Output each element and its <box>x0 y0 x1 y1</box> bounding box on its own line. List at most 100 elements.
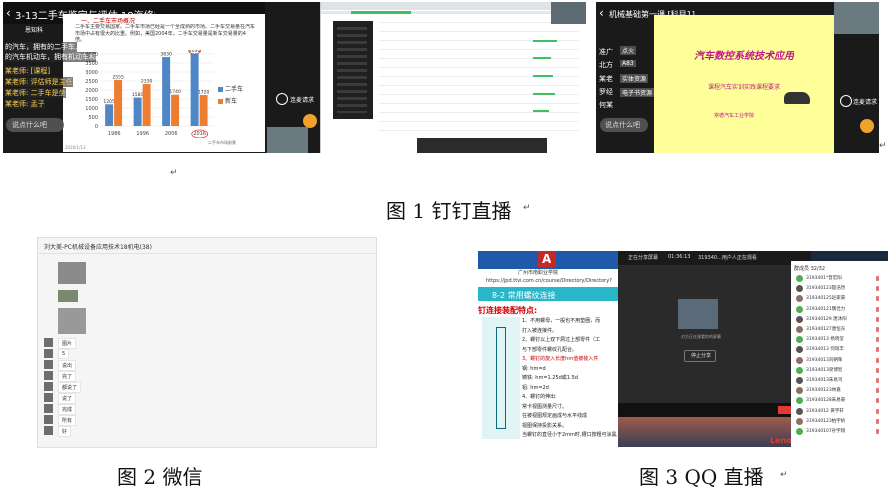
toolbar-red-button[interactable] <box>778 406 792 414</box>
member-name[interactable]: 319340127唐恒东 <box>806 326 845 332</box>
chart-legend: 二手车 新车 <box>218 84 262 110</box>
return-mark: ↵ <box>170 168 178 178</box>
chat-line: 的汽车，拥有的二手车, <box>5 42 78 52</box>
member-avatar <box>796 428 803 435</box>
x-tick-label: 1986 <box>108 131 121 137</box>
fig3-qq-screenshot: A 广州市南职业学院 https://jpd.ttvi.com.cn/cours… <box>478 251 888 447</box>
chat-image <box>58 262 86 284</box>
connect-mic-icon[interactable] <box>276 93 288 105</box>
slide-body-text: 二手车主要交易国家。二手车市场已经是一个全成熟的市场。二手车交易量在汽车市场中占… <box>75 24 255 43</box>
chat-image <box>58 308 86 334</box>
member-name[interactable]: 319340123林嘉 <box>806 387 841 393</box>
member-name[interactable]: 319340125赵家豪 <box>806 295 845 301</box>
screw-diagram <box>482 317 520 439</box>
progress-bar <box>533 93 555 95</box>
like-icon[interactable] <box>860 119 874 133</box>
chat-tag: 电子书资源 <box>620 88 655 97</box>
meeting-id: 319340...用户人正在观看 <box>698 255 757 261</box>
member-name[interactable]: 31934013梁博智 <box>806 367 842 373</box>
mic-icon[interactable] <box>876 408 879 414</box>
member-name[interactable]: 319340129 唐沐阳 <box>806 316 847 322</box>
member-name[interactable]: 319340123殷浩然 <box>806 285 845 291</box>
bar <box>142 84 151 126</box>
member-name[interactable]: 319340121魏佳力 <box>806 306 845 312</box>
point-text: 1、不用螺母，一般也不用垫圈，而 <box>522 318 601 324</box>
connect-mic-icon[interactable] <box>840 95 852 107</box>
progress-bar <box>533 40 557 42</box>
point-text: 常卡视图测量尺寸。 <box>522 403 568 410</box>
avatar <box>44 349 53 358</box>
avatar <box>44 382 53 391</box>
chat-input[interactable]: 说点什么吧 <box>6 118 64 132</box>
member-name[interactable]: 31934012 黄宇轩 <box>806 408 844 414</box>
member-avatar <box>796 407 803 415</box>
avatar <box>44 404 53 413</box>
mic-icon[interactable] <box>876 388 879 394</box>
avatar <box>44 415 53 424</box>
member-avatar <box>796 315 803 323</box>
mic-icon[interactable] <box>876 357 879 363</box>
message-bubble: 说了 <box>58 393 77 404</box>
legend-label-used: 二手车 <box>225 86 244 93</box>
legend-label-new: 新车 <box>225 98 238 105</box>
page-heading: 8-2 常用螺纹连接 <box>492 291 556 300</box>
chat-line: 某老师: [课程] <box>5 66 51 76</box>
return-mark: ↵ <box>523 203 531 213</box>
point-text: 当螺钉的直径小于2mm时,槽口按粗可涂黑。 <box>522 432 617 438</box>
stop-share-button[interactable]: 停止分享 <box>684 350 716 362</box>
section-title: 钉连接装配特点: <box>478 306 538 315</box>
bottom-toolbar <box>417 138 547 153</box>
member-name[interactable]: 31934013 何瑞丰 <box>806 346 844 352</box>
chat-tag: A83 <box>620 60 636 67</box>
chat-line: 某老师: 孟子 <box>5 99 45 109</box>
message-bubble: 完了 <box>58 371 77 382</box>
member-name[interactable]: 31934013刘朝晖 <box>806 357 842 363</box>
back-icon[interactable]: ‹ <box>599 6 604 20</box>
mic-icon[interactable] <box>876 398 879 404</box>
mic-icon[interactable] <box>876 286 879 292</box>
address-bar[interactable]: https://jpd.ttvi.com.cn/course/Directory… <box>486 278 618 284</box>
bar <box>171 94 180 126</box>
member-name[interactable]: 319340107孙宇翔 <box>806 428 845 434</box>
member-name[interactable]: 31934013朱易鸿 <box>806 377 842 383</box>
like-icon[interactable] <box>303 114 317 128</box>
presenter-camera <box>551 2 586 24</box>
mic-icon[interactable] <box>876 327 879 332</box>
chat-input[interactable]: 说点什么吧 <box>600 118 648 132</box>
message-bubble: 完成 <box>58 404 77 415</box>
mic-icon[interactable] <box>876 316 879 322</box>
member-name[interactable]: 319340123柏宇帆 <box>806 418 845 424</box>
mic-icon[interactable] <box>876 429 879 434</box>
shared-preview <box>678 299 718 329</box>
mic-icon[interactable] <box>876 347 879 353</box>
message-bubble: 所有 <box>58 415 77 426</box>
connect-mic-label[interactable]: 连麦请求 <box>290 95 314 104</box>
point-text: 3、螺钉的旋入长度hm值被装入件 <box>522 356 599 362</box>
chat-line: 的汽车机动车，拥有机动车和 <box>5 52 96 62</box>
x-tick-label: 2006 <box>165 131 178 137</box>
member-name[interactable]: 3193401*曾宏阳 <box>806 275 842 281</box>
mic-icon[interactable] <box>876 296 879 302</box>
mic-icon[interactable] <box>876 306 879 312</box>
point-text: 与下部零件螺纹孔配合。 <box>522 346 578 353</box>
mic-icon[interactable] <box>876 418 879 424</box>
back-icon[interactable]: ‹ <box>6 6 11 20</box>
mic-icon[interactable] <box>876 367 879 373</box>
bar-chart: 4000350030002500200015001000500012052555… <box>85 50 214 138</box>
browser-tab[interactable]: 广州市南职业学院 <box>518 269 558 276</box>
chart-source-note: 二手车市场前景 <box>208 140 236 145</box>
y-tick-label: 500 <box>88 115 98 121</box>
member-avatar <box>796 305 803 313</box>
connect-mic-label[interactable]: 连麦请求 <box>853 97 877 106</box>
form-rows <box>379 22 579 132</box>
member-name[interactable]: 31934013 杨晓莹 <box>806 336 844 342</box>
mic-icon[interactable] <box>876 378 879 383</box>
car-image <box>784 92 810 104</box>
mic-icon[interactable] <box>876 276 879 281</box>
member-name[interactable]: 319340128朱易豪 <box>806 397 845 403</box>
meeting-time: 01:36:13 <box>668 254 691 260</box>
mic-icon[interactable] <box>876 337 879 343</box>
slide-title: 汽车数控系统技术应用 <box>694 51 794 62</box>
data-label: 2555 <box>112 75 124 81</box>
share-notice: 对方正在观看你的屏幕 <box>681 334 721 339</box>
